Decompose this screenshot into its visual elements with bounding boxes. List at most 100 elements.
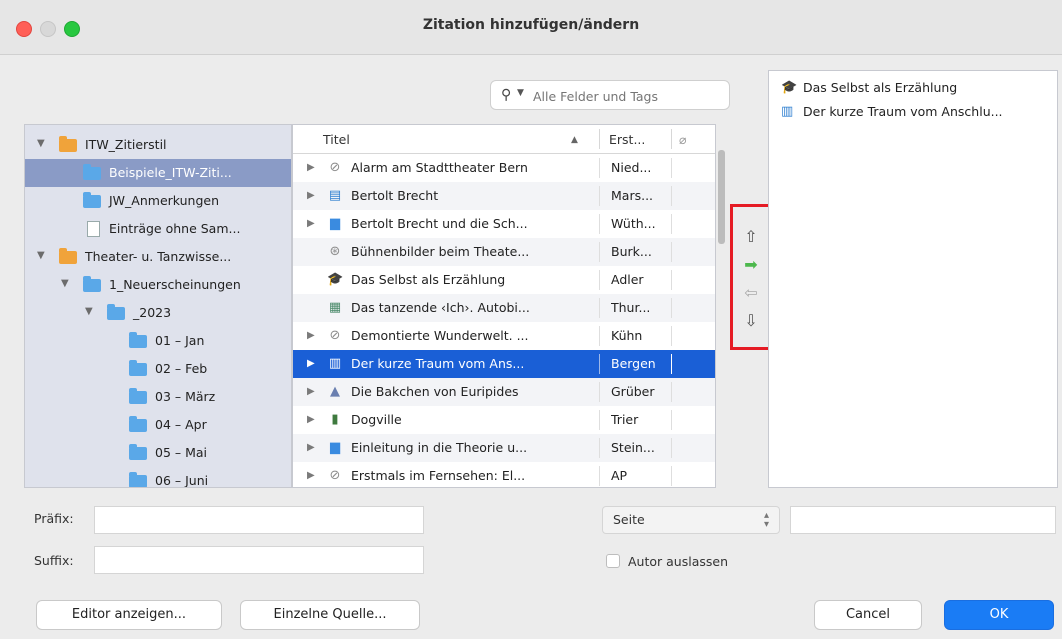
search-icon[interactable]: ⚲ [501, 87, 511, 103]
tree-item-theater-tanzwissenschaft[interactable]: ▼ Theater- u. Tanzwisse... [25, 243, 291, 271]
column-header-author[interactable]: Erst... [609, 132, 645, 147]
collections-tree[interactable]: ▼ ITW_Zitierstil Beispiele_ITW-Ziti... J… [24, 124, 292, 488]
single-source-button[interactable]: Einzelne Quelle... [240, 600, 420, 630]
chevron-down-icon[interactable]: ▼ [517, 88, 524, 98]
disclosure-triangle-icon[interactable]: ▶ [307, 358, 315, 369]
disclosure-triangle-icon[interactable]: ▼ [61, 278, 69, 289]
disclosure-triangle-icon[interactable]: ▶ [307, 190, 315, 201]
table-row[interactable]: 🎓 Das Selbst als Erzählung Adler [293, 266, 715, 294]
disclosure-triangle-icon[interactable]: ▶ [307, 414, 315, 425]
row-author: Thur... [611, 300, 651, 315]
list-item[interactable]: 🎓 Das Selbst als Erzählung [775, 77, 1055, 99]
omit-author-checkbox[interactable] [606, 554, 620, 568]
show-editor-button[interactable]: Editor anzeigen... [36, 600, 222, 630]
tree-item-beispiele[interactable]: Beispiele_ITW-Ziti... [25, 159, 291, 187]
disclosure-triangle-icon[interactable]: ▶ [307, 386, 315, 397]
folder-icon [129, 360, 147, 376]
attachment-icon: ⊘ [329, 328, 341, 343]
suffix-field[interactable] [94, 546, 424, 574]
search-field[interactable]: ⚲ ▼ [490, 80, 730, 110]
tree-item-label: 1_Neuerscheinungen [109, 277, 241, 292]
table-row[interactable]: ⊛ Bühnenbilder beim Theate... Burk... [293, 238, 715, 266]
table-row[interactable]: ▶ ⊘ Alarm am Stadttheater Bern Nied... [293, 154, 715, 182]
book-icon: ▤ [328, 188, 342, 203]
tree-item-maerz[interactable]: 03 – März [25, 383, 291, 411]
disclosure-triangle-icon[interactable]: ▶ [307, 470, 315, 481]
film-icon: ▮ [331, 412, 339, 427]
disclosure-triangle-icon[interactable]: ▼ [85, 306, 93, 317]
disclosure-triangle-icon[interactable]: ▼ [37, 138, 45, 149]
table-row[interactable]: ▦ Das tanzende ‹Ich›. Autobi... Thur... [293, 294, 715, 322]
search-input[interactable] [531, 85, 725, 107]
folder-icon [83, 276, 101, 292]
ok-button[interactable]: OK [944, 600, 1054, 630]
tree-item-jw-anmerkungen[interactable]: JW_Anmerkungen [25, 187, 291, 215]
tree-item-neuerscheinungen[interactable]: ▼ 1_Neuerscheinungen [25, 271, 291, 299]
table-row[interactable]: ▶ ▆ Bertolt Brecht und die Sch... Wüth..… [293, 210, 715, 238]
tree-item-juni[interactable]: 06 – Juni [25, 467, 291, 488]
move-up-arrow-icon[interactable]: ⇧ [733, 227, 769, 246]
locator-select[interactable]: Seite ▴ ▾ [602, 506, 780, 534]
disclosure-triangle-icon[interactable]: ▶ [307, 162, 315, 173]
table-row[interactable]: ▶ ⊘ Demontierte Wunderwelt. ... Kühn [293, 322, 715, 350]
disclosure-triangle-icon[interactable]: ▼ [37, 250, 45, 261]
tree-item-2023[interactable]: ▼ _2023 [25, 299, 291, 327]
column-divider[interactable] [671, 129, 672, 149]
move-down-arrow-icon[interactable]: ⇩ [733, 311, 769, 330]
attachment-column-icon[interactable]: ⌀ [679, 132, 687, 147]
locator-field[interactable] [790, 506, 1056, 534]
cell-divider [671, 466, 672, 486]
disclosure-triangle-icon[interactable]: ▶ [307, 330, 315, 341]
web-page-icon: ⊛ [329, 244, 341, 259]
column-divider[interactable] [599, 129, 600, 149]
tree-item-label: Beispiele_ITW-Ziti... [109, 165, 232, 180]
document-icon: ▆ [330, 216, 340, 231]
column-header-title[interactable]: Titel [323, 132, 350, 147]
disclosure-triangle-icon[interactable]: ▶ [307, 442, 315, 453]
row-title: Das Selbst als Erzählung [351, 272, 506, 287]
row-author: Grüber [611, 384, 655, 399]
locator-value: Seite [613, 512, 645, 527]
library-folder-icon [59, 136, 77, 152]
cell-divider [671, 326, 672, 346]
items-table[interactable]: Titel ▲ Erst... ⌀ ▶ ⊘ Alarm am Stadtthea… [292, 124, 716, 488]
list-item-title: Der kurze Traum vom Anschlu... [803, 104, 1003, 119]
row-author: Mars... [611, 188, 654, 203]
table-row[interactable]: ▶ ▲ Die Bakchen von Euripides Grüber [293, 378, 715, 406]
row-title: Der kurze Traum vom Ans... [351, 356, 525, 371]
cell-divider [599, 270, 600, 290]
table-row[interactable]: ▶ ⊘ Erstmals im Fernsehen: El... AP [293, 462, 715, 487]
list-item[interactable]: ▥ Der kurze Traum vom Anschlu... [775, 101, 1055, 123]
table-row[interactable]: ▶ ▤ Bertolt Brecht Mars... [293, 182, 715, 210]
cell-divider [599, 242, 600, 262]
tree-item-feb[interactable]: 02 – Feb [25, 355, 291, 383]
row-author: Burk... [611, 244, 652, 259]
tree-item-label: 02 – Feb [155, 361, 208, 376]
omit-author-label: Autor auslassen [628, 554, 728, 569]
cell-divider [671, 438, 672, 458]
thesis-icon: 🎓 [781, 80, 798, 95]
tree-item-label: ITW_Zitierstil [85, 137, 167, 152]
tree-item-eintraege-ohne-sammlung[interactable]: Einträge ohne Sam... [25, 215, 291, 243]
disclosure-triangle-icon[interactable]: ▶ [307, 218, 315, 229]
table-row[interactable]: ▶ ▆ Einleitung in die Theorie u... Stein… [293, 434, 715, 462]
prefix-field[interactable] [94, 506, 424, 534]
folder-icon [129, 388, 147, 404]
cell-divider [671, 382, 672, 402]
table-scrollbar[interactable] [718, 150, 725, 244]
tree-item-mai[interactable]: 05 – Mai [25, 439, 291, 467]
tree-item-label: 06 – Juni [155, 473, 209, 488]
cancel-button[interactable]: Cancel [814, 600, 922, 630]
artwork-icon: ▲ [330, 384, 340, 399]
add-citation-arrow-icon[interactable]: ➡ [733, 255, 769, 274]
chevron-updown-icon: ▴ ▾ [763, 510, 769, 530]
table-row[interactable]: ▶ ▮ Dogville Trier [293, 406, 715, 434]
tree-item-jan[interactable]: 01 – Jan [25, 327, 291, 355]
table-row-selected[interactable]: ▶ ▥ Der kurze Traum vom Ans... Bergen [293, 350, 715, 378]
citation-items-list[interactable]: 🎓 Das Selbst als Erzählung ▥ Der kurze T… [768, 70, 1058, 488]
book-section-icon: ▥ [328, 356, 342, 371]
sort-ascending-icon[interactable]: ▲ [571, 135, 578, 145]
tree-item-itw-zitierstil[interactable]: ▼ ITW_Zitierstil [25, 131, 291, 159]
tree-item-apr[interactable]: 04 – Apr [25, 411, 291, 439]
remove-citation-arrow-icon[interactable]: ⇦ [733, 283, 769, 302]
